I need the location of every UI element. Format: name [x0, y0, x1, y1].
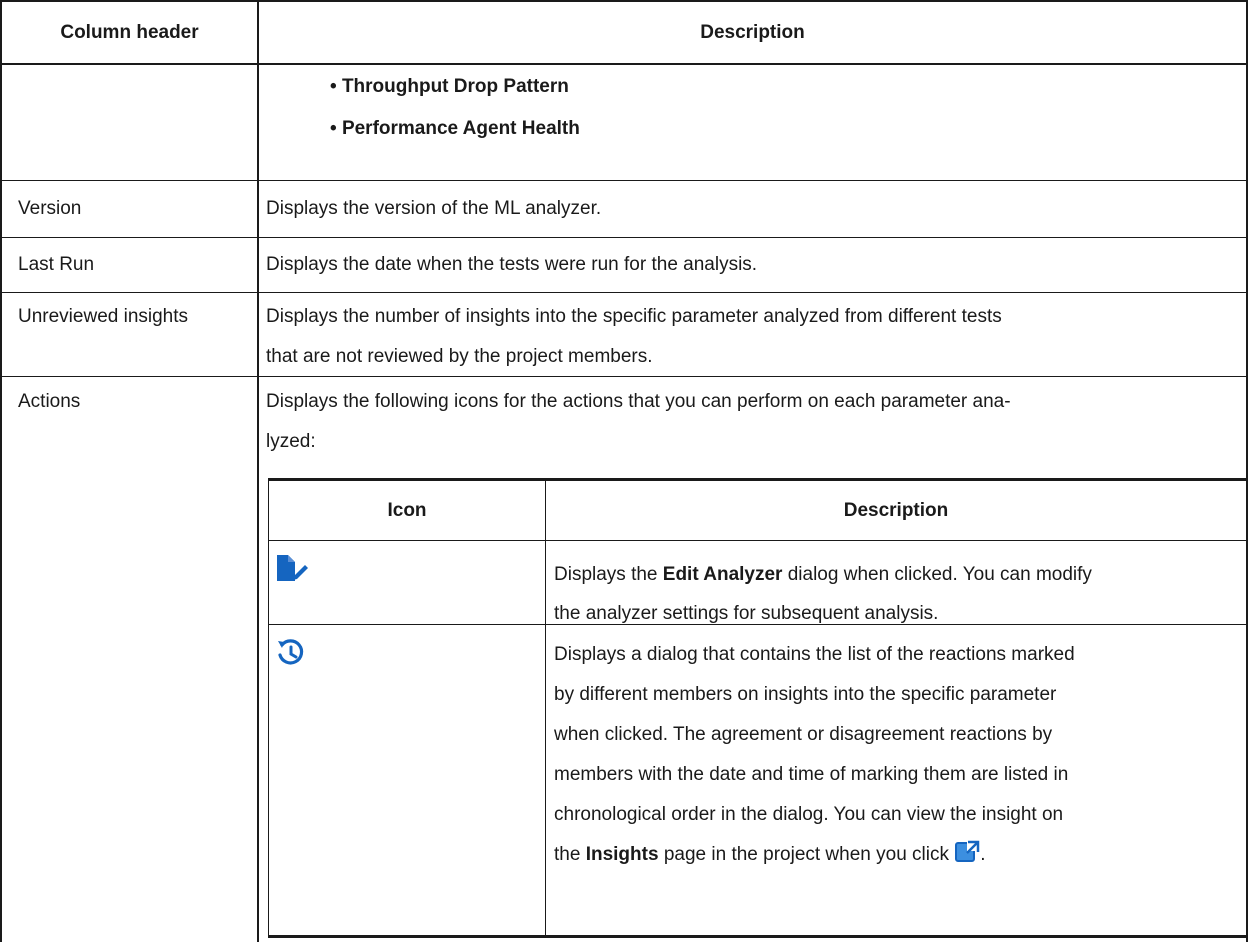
row-desc-actions-line: Displays the following icons for the act… [266, 391, 1011, 412]
history-desc-line: Displays a dialog that contains the list… [554, 644, 1075, 665]
inner-description-header-label: Description [843, 500, 949, 521]
inner-border-top [268, 478, 1248, 481]
outer-column-divider [257, 0, 259, 942]
outer-border-top [0, 0, 1248, 2]
row-desc-unreviewed-line: Displays the number of insights into the… [266, 306, 1002, 327]
history-desc-line: by different members on insights into th… [554, 684, 1057, 705]
row-name-actions: Actions [18, 391, 81, 412]
bullet-item: • Throughput Drop Pattern [330, 76, 569, 97]
outer-row-divider [0, 292, 1248, 293]
edit-analyzer-desc-line: the analyzer settings for subsequent ana… [554, 603, 939, 624]
history-desc-line: when clicked. The agreement or disagreem… [554, 724, 1053, 745]
open-external-icon[interactable] [954, 840, 981, 864]
edit-analyzer-icon[interactable] [275, 553, 311, 583]
history-icon[interactable] [275, 637, 307, 669]
row-desc-actions-line: lyzed: [266, 431, 316, 452]
history-desc-line: members with the date and time of markin… [554, 764, 1069, 785]
outer-border-left [0, 0, 2, 942]
outer-row-divider [0, 180, 1248, 181]
row-name-last-run: Last Run [18, 254, 95, 275]
row-desc-last-run: Displays the date when the tests were ru… [266, 254, 758, 275]
outer-header-divider [0, 63, 1248, 65]
row-name-unreviewed-insights: Unreviewed insights [18, 306, 189, 327]
column-header-label: Column header [60, 22, 199, 43]
inner-border-left [268, 478, 269, 938]
history-desc-line: chronological order in the dialog. You c… [554, 804, 1064, 825]
inner-column-divider [545, 478, 546, 938]
outer-row-divider [0, 237, 1248, 238]
outer-row-divider [0, 376, 1248, 377]
inner-border-bottom [268, 935, 1248, 938]
row-desc-version: Displays the version of the ML analyzer. [266, 198, 602, 219]
row-desc-unreviewed-line: that are not reviewed by the project mem… [266, 346, 653, 367]
history-desc-line: the Insights page in the project when yo… [554, 838, 986, 872]
icon-header-label: Icon [387, 500, 427, 521]
inner-header-divider [268, 540, 1248, 541]
description-header-label: Description [700, 22, 805, 43]
edit-analyzer-desc-line: Displays the Edit Analyzer dialog when c… [554, 564, 1092, 585]
document-page: Column header Description • Throughput D… [0, 0, 1248, 942]
row-name-version: Version [18, 198, 82, 219]
bullet-item: • Performance Agent Health [330, 118, 580, 139]
